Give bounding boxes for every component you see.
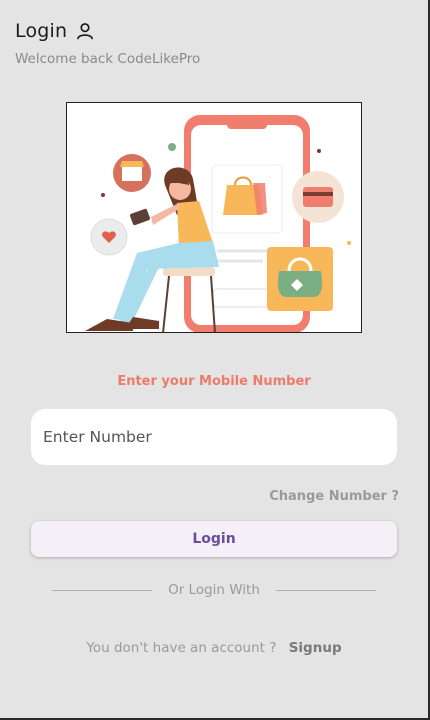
- or-login-with-divider: Or Login With: [52, 582, 376, 598]
- divider-line-right: [275, 589, 376, 591]
- signup-link[interactable]: Signup: [289, 640, 342, 656]
- mobile-number-prompt: Enter your Mobile Number: [117, 374, 311, 389]
- welcome-subtitle: Welcome back CodeLikePro: [15, 51, 201, 67]
- mobile-number-input[interactable]: [31, 409, 397, 465]
- change-number-link[interactable]: Change Number ?: [269, 489, 399, 504]
- signup-question: You don't have an account ?: [86, 640, 277, 656]
- page-header: Login Welcome back CodeLikePro: [15, 20, 200, 67]
- login-button[interactable]: Login: [31, 521, 397, 557]
- user-icon: [77, 23, 94, 40]
- divider-line-left: [52, 589, 153, 591]
- divider-text: Or Login With: [168, 582, 260, 598]
- title-row: Login: [15, 20, 200, 42]
- signup-row: You don't have an account ? Signup: [0, 640, 428, 656]
- page-title: Login: [15, 20, 68, 42]
- shopping-illustration: [66, 102, 362, 333]
